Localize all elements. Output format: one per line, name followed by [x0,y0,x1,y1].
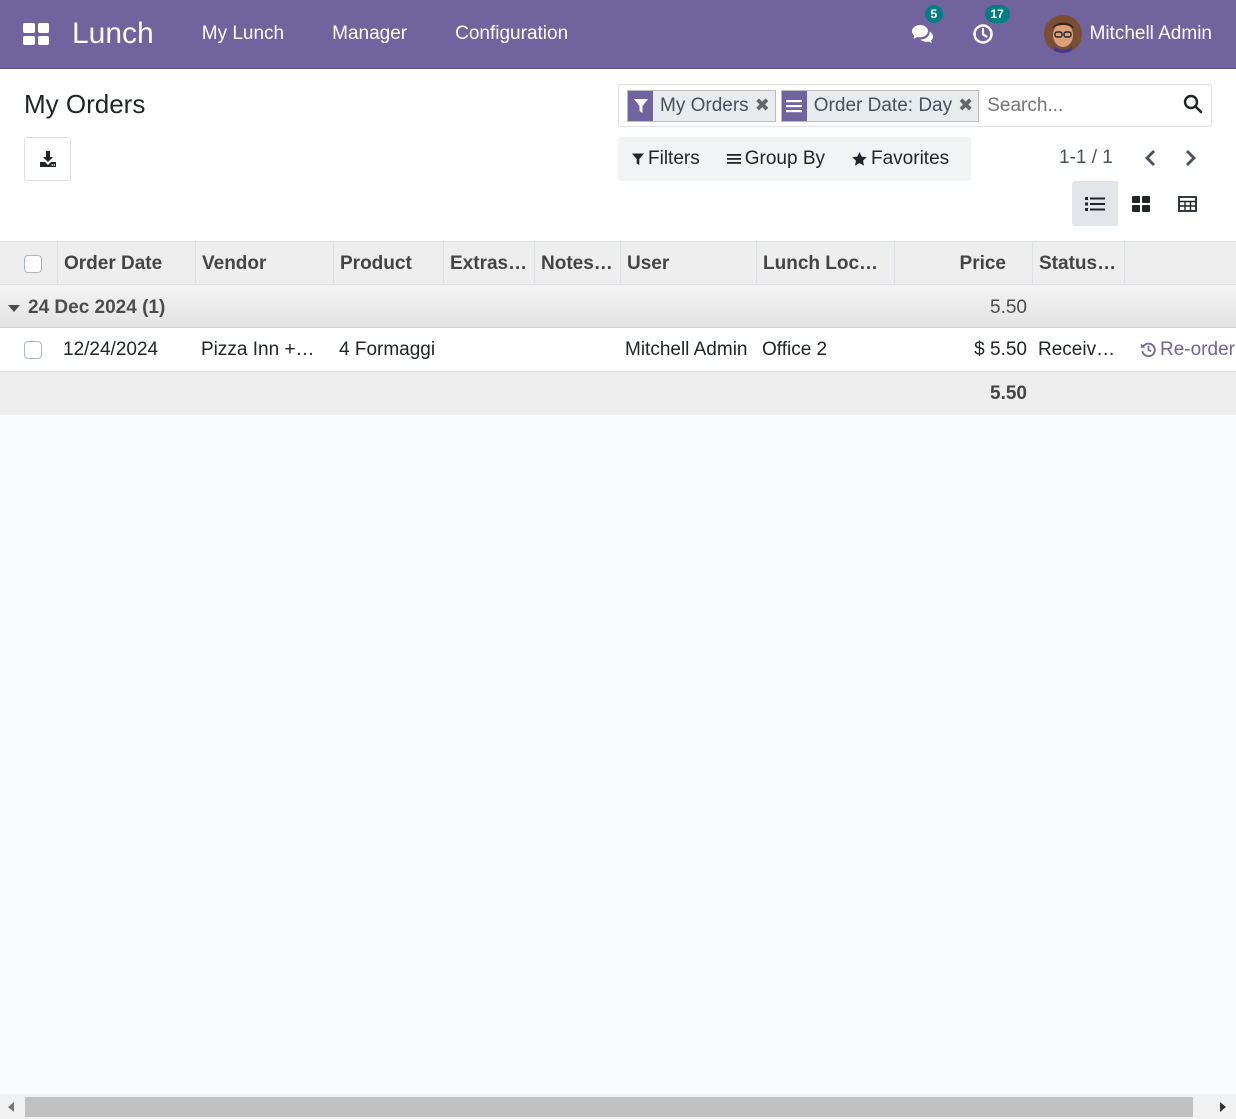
top-navbar: Lunch My Lunch Manager Configuration 5 1… [0,0,1236,69]
activities-button[interactable]: 17 [968,5,1010,49]
scroll-left-icon[interactable] [8,1102,14,1112]
filter-icon [628,90,653,121]
group-by-dropdown[interactable]: Group By [726,148,825,170]
kanban-view-button[interactable] [1118,181,1164,226]
chat-icon [911,25,933,44]
menu-configuration[interactable]: Configuration [455,23,568,45]
filters-label: Filters [648,148,700,169]
search-icon[interactable] [1183,94,1203,120]
page-title: My Orders [24,89,146,119]
pager-previous-button[interactable] [1141,148,1161,168]
reorder-button[interactable]: Re-order [1134,328,1236,371]
clock-icon [972,24,993,44]
column-header-notes[interactable]: Notes… [535,242,621,285]
cell-user[interactable]: Mitchell Admin [619,328,757,371]
caret-down-icon [8,304,20,312]
download-button[interactable] [24,137,71,181]
favorites-label: Favorites [871,148,950,169]
cell-order-date[interactable]: 12/24/2024 [57,328,195,371]
table-header: Order Date Vendor Product Extras… Notes…… [0,241,1236,285]
group-by-icon [726,154,741,164]
remove-facet-icon[interactable]: ✖ [958,91,978,121]
column-header-status[interactable]: Status… [1033,242,1125,285]
horizontal-scrollbar[interactable] [0,1094,1236,1119]
footer-price-total: 5.50 [990,383,1027,404]
kanban-view-icon [1132,195,1150,212]
view-switcher [1072,181,1212,226]
list-view-button[interactable] [1072,181,1118,226]
column-header-lunch-location[interactable]: Lunch Loc… [757,242,895,285]
search-facet-my-orders[interactable]: My Orders ✖ [627,89,776,122]
group-title: 24 Dec 2024 (1) [28,297,166,318]
list-view-icon [1085,196,1105,211]
history-icon [1141,342,1156,358]
filters-dropdown[interactable]: Filters [632,148,700,170]
select-all-checkbox[interactable] [24,254,42,273]
column-header-price[interactable]: Price [895,242,1033,285]
group-label: 24 Dec 2024 (1) [8,297,165,319]
scrollbar-thumb[interactable] [25,1097,1193,1117]
search-input[interactable] [987,90,1174,121]
menu-my-lunch[interactable]: My Lunch [202,23,284,45]
favorites-dropdown[interactable]: Favorites [852,148,949,170]
list-table: Order Date Vendor Product Extras… Notes…… [0,241,1236,415]
app-brand[interactable]: Lunch [72,17,154,51]
search-bar[interactable]: My Orders ✖ Order Date: Day ✖ [618,84,1212,127]
cell-notes[interactable] [535,328,621,371]
facet-label: Order Date: Day [813,94,953,116]
group-price-total: 5.50 [990,297,1027,318]
cell-price[interactable]: $ 5.50 [895,328,1033,371]
search-options-bar: Filters Group By Favorites [618,137,971,181]
search-facet-order-date[interactable]: Order Date: Day ✖ [780,89,980,122]
user-name[interactable]: Mitchell Admin [1090,23,1213,45]
cell-extras[interactable] [444,328,535,371]
table-footer: 5.50 [0,372,1236,415]
pager-next-button[interactable] [1180,148,1200,168]
table-row[interactable]: 12/24/2024 Pizza Inn +… 4 Formaggi Mitch… [0,328,1236,372]
column-header-user[interactable]: User [621,242,757,285]
control-panel: My Orders My Orders ✖ Order Date: Day ✖ [0,69,1236,241]
filter-icon [632,153,644,165]
activities-badge: 17 [984,5,1010,23]
row-select-cell [0,328,58,371]
group-by-icon [781,90,807,121]
column-header-product[interactable]: Product [334,242,444,285]
column-header-order-date[interactable]: Order Date [58,242,196,285]
group-by-label: Group By [744,148,825,169]
star-icon [852,152,867,166]
messages-button[interactable]: 5 [908,5,944,49]
cell-status[interactable]: Receiv… [1032,328,1124,371]
apps-menu-icon[interactable] [23,23,49,45]
pager-value[interactable]: 1-1 / 1 [1059,147,1113,169]
facet-label: My Orders [660,94,749,116]
column-header-extras[interactable]: Extras… [444,242,535,285]
reorder-label: Re-order [1160,338,1235,360]
pivot-view-button[interactable] [1164,181,1210,226]
cell-product[interactable]: 4 Formaggi [333,328,443,371]
remove-facet-icon[interactable]: ✖ [755,91,775,121]
user-avatar[interactable] [1043,15,1082,53]
cell-lunch-location[interactable]: Office 2 [756,328,894,371]
group-row[interactable]: 24 Dec 2024 (1) 5.50 [0,285,1236,328]
cell-vendor[interactable]: Pizza Inn +… [195,328,331,371]
column-header-vendor[interactable]: Vendor [196,242,334,285]
chevron-right-icon [1186,150,1196,166]
scroll-right-icon[interactable] [1220,1102,1226,1112]
messages-badge: 5 [924,5,944,23]
chevron-left-icon [1145,150,1155,166]
table-view-icon [1177,195,1197,212]
row-checkbox[interactable] [24,340,42,359]
download-icon [39,151,56,167]
select-all-cell [0,242,58,285]
menu-manager[interactable]: Manager [332,23,407,45]
